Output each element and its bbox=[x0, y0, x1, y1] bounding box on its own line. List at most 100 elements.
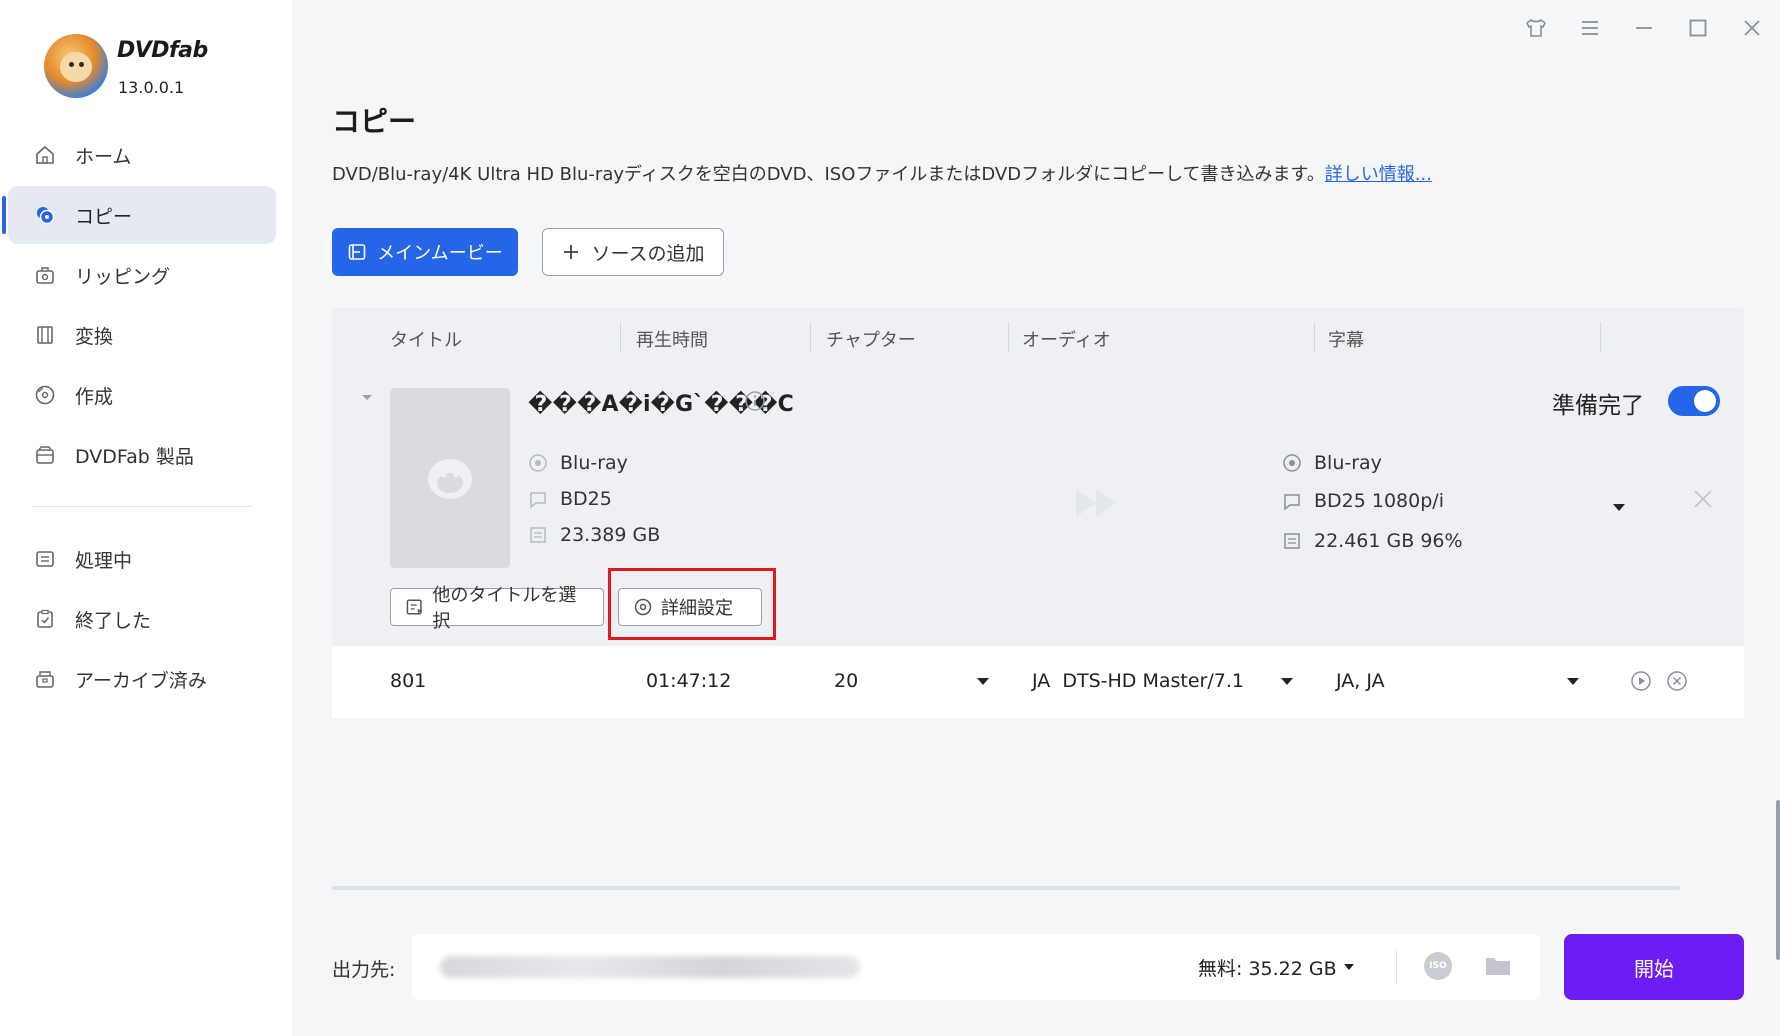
sidebar-item-label: 処理中 bbox=[75, 549, 133, 572]
archive-icon bbox=[34, 668, 56, 690]
box-icon bbox=[34, 444, 56, 466]
sidebar-item-finished[interactable]: 終了した bbox=[8, 590, 276, 648]
ready-status-label: 準備完了 bbox=[1552, 393, 1644, 419]
table-row[interactable]: 801 01:47:12 20 JA DTS-HD Master/7.1 JA,… bbox=[332, 646, 1744, 718]
column-header-title: タイトル bbox=[390, 330, 462, 351]
copy-icon bbox=[34, 204, 56, 226]
source-format: BD25 bbox=[528, 488, 612, 510]
column-divider bbox=[1600, 322, 1601, 352]
sidebar-item-create[interactable]: 作成 bbox=[8, 366, 276, 424]
remove-close-icon[interactable] bbox=[1692, 488, 1714, 514]
add-source-button[interactable]: ソースの追加 bbox=[542, 228, 724, 276]
sidebar-item-archived[interactable]: アーカイブ済み bbox=[8, 650, 276, 708]
horizontal-scrollbar[interactable] bbox=[332, 886, 1680, 890]
column-divider bbox=[620, 322, 621, 352]
maximize-icon[interactable] bbox=[1682, 12, 1714, 44]
ripper-icon bbox=[34, 264, 56, 286]
free-space-dropdown[interactable]: 無料: 35.22 GB bbox=[1198, 954, 1355, 981]
column-header-chapters: チャプター bbox=[826, 330, 916, 351]
folder-icon[interactable] bbox=[1484, 954, 1512, 982]
chapters-dropdown-icon[interactable] bbox=[976, 672, 990, 691]
sidebar-item-ripper[interactable]: リッピング bbox=[8, 246, 276, 304]
format-icon bbox=[528, 489, 548, 509]
vertical-scrollbar[interactable] bbox=[1776, 800, 1780, 960]
ready-toggle[interactable] bbox=[1668, 386, 1720, 416]
output-path-field[interactable]: 無料: 35.22 GB ISO bbox=[412, 934, 1540, 1000]
format-icon bbox=[1282, 491, 1302, 511]
disc-icon bbox=[528, 453, 548, 473]
convert-arrows-icon bbox=[1070, 483, 1126, 527]
target-format-value: BD25 1080p/i bbox=[1314, 490, 1444, 512]
menu-icon[interactable] bbox=[1574, 12, 1606, 44]
play-icon[interactable] bbox=[1630, 670, 1652, 696]
sidebar-item-processing[interactable]: 処理中 bbox=[8, 530, 276, 588]
select-title-icon bbox=[406, 599, 423, 615]
audio-dropdown-icon[interactable] bbox=[1280, 672, 1294, 691]
column-header-subtitles: 字幕 bbox=[1328, 330, 1364, 351]
sidebar-item-label: DVDFab 製品 bbox=[75, 445, 194, 468]
disc-thumbnail bbox=[390, 388, 510, 568]
select-other-title-label: 他のタイトルを選択 bbox=[432, 585, 577, 632]
page-title: コピー bbox=[332, 105, 417, 138]
source-size: 23.389 GB bbox=[528, 524, 660, 546]
sidebar-item-home[interactable]: ホーム bbox=[8, 126, 276, 184]
add-source-label: ソースの追加 bbox=[591, 242, 705, 265]
main-movie-button[interactable]: メインムービー bbox=[332, 228, 518, 276]
info-icon[interactable] bbox=[744, 390, 766, 416]
sidebar-item-convert[interactable]: 変換 bbox=[8, 306, 276, 364]
film-icon bbox=[34, 324, 56, 346]
iso-output-icon[interactable]: ISO bbox=[1424, 952, 1452, 980]
source-format-value: BD25 bbox=[560, 488, 612, 510]
close-icon[interactable] bbox=[1736, 12, 1768, 44]
more-info-link[interactable]: 詳しい情報... bbox=[1325, 164, 1432, 185]
collapse-chevron-icon[interactable] bbox=[360, 388, 374, 407]
column-divider bbox=[1314, 322, 1315, 352]
row-chapters: 20 bbox=[834, 670, 859, 692]
app-version: 13.0.0.1 bbox=[118, 78, 185, 97]
sidebar-item-label: リッピング bbox=[75, 265, 171, 288]
chevron-down-icon[interactable] bbox=[1612, 498, 1626, 517]
sidebar-item-products[interactable]: DVDFab 製品 bbox=[8, 426, 276, 484]
row-audio: JA DTS-HD Master/7.1 bbox=[1032, 670, 1244, 692]
sidebar-item-label: 終了した bbox=[75, 609, 152, 632]
main-movie-label: メインムービー bbox=[377, 243, 503, 264]
chevron-down-icon bbox=[1343, 964, 1354, 970]
brand-name: DVDfab bbox=[117, 38, 208, 63]
main-movie-icon bbox=[348, 244, 366, 260]
settings-icon bbox=[634, 598, 652, 616]
target-size-value: 22.461 GB 96% bbox=[1314, 530, 1463, 552]
row-title: 801 bbox=[390, 670, 427, 692]
select-other-title-button[interactable]: 他のタイトルを選択 bbox=[390, 585, 604, 632]
sidebar-item-label: アーカイブ済み bbox=[75, 669, 207, 692]
sidebar-item-label: コピー bbox=[75, 205, 133, 228]
column-header-duration: 再生時間 bbox=[636, 330, 708, 351]
home-icon bbox=[34, 144, 56, 166]
dvdfab-logo bbox=[44, 34, 108, 98]
sidebar-item-label: 作成 bbox=[75, 385, 114, 408]
sidebar: DVDfab 13.0.0.1 ホーム コピー リッピング 変換 作成 DVDF… bbox=[0, 0, 292, 1036]
column-divider bbox=[1008, 322, 1009, 352]
placeholder-monkey-icon bbox=[428, 459, 472, 499]
shirt-icon[interactable] bbox=[1520, 12, 1552, 44]
remove-row-icon[interactable] bbox=[1666, 670, 1688, 696]
sidebar-item-label: 変換 bbox=[75, 325, 114, 348]
size-icon bbox=[528, 525, 548, 545]
source-size-value: 23.389 GB bbox=[560, 524, 661, 546]
advanced-settings-button[interactable]: 詳細設定 bbox=[618, 588, 762, 626]
check-clipboard-icon bbox=[34, 608, 56, 630]
start-button[interactable]: 開始 bbox=[1564, 934, 1744, 1000]
target-type: Blu-ray bbox=[1282, 452, 1382, 474]
list-icon bbox=[34, 548, 56, 570]
disc-create-icon bbox=[34, 384, 56, 406]
subtitles-dropdown-icon[interactable] bbox=[1566, 672, 1580, 691]
advanced-settings-label: 詳細設定 bbox=[661, 598, 733, 619]
source-type: Blu-ray bbox=[528, 452, 628, 474]
sidebar-item-copy[interactable]: コピー bbox=[2, 186, 276, 244]
column-divider bbox=[810, 322, 811, 352]
sidebar-item-label: ホーム bbox=[75, 145, 132, 168]
minimize-icon[interactable] bbox=[1628, 12, 1660, 44]
plus-icon bbox=[564, 245, 579, 259]
target-format[interactable]: BD25 1080p/i bbox=[1282, 490, 1444, 512]
sidebar-divider bbox=[32, 506, 252, 507]
free-space-value: 無料: 35.22 GB bbox=[1198, 958, 1337, 980]
